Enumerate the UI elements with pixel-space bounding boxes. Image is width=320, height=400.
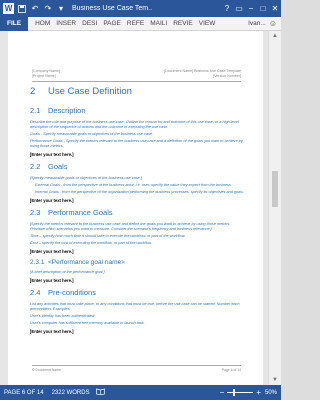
zoom-out-button[interactable]: − (220, 388, 225, 397)
heading-performance-goals: 2.3 Performance Goals (30, 208, 245, 217)
header-version-number: [Version Number] (213, 74, 241, 78)
enter-text-placeholder[interactable]: [Enter your text here.] (30, 278, 245, 283)
instruction-text: List any activities that must take place… (30, 302, 240, 311)
heading-1-text: Use Case Definition (48, 86, 132, 97)
zoom-level[interactable]: 50% (265, 390, 277, 396)
scroll-thumb[interactable] (272, 171, 278, 207)
ribbon-display-options-button[interactable]: ▭ (233, 0, 245, 17)
document-area: [Company Name] [Project Name] [Document … (0, 31, 281, 385)
tab-home[interactable]: HOM (32, 20, 53, 27)
page-header-left: [Company Name] [Project Name] (32, 69, 60, 79)
tab-view[interactable]: VIEW (196, 20, 219, 27)
enter-text-placeholder[interactable]: [Enter your text here.] (30, 329, 245, 334)
instruction-text: [Specify measurable goals or objectives … (30, 176, 142, 180)
heading-performance-goal-name: 2.3.1 <Performance goal name> (30, 259, 245, 266)
section-title: Performance Goals (48, 208, 113, 217)
word-count[interactable]: 2322 WORDS (52, 390, 90, 396)
instruction-text: Time – specify how much time it should t… (30, 234, 186, 238)
window-controls: ? ▭ − □ ✕ (221, 0, 281, 17)
page-content: 2 Use Case Definition 2.1 Description De… (30, 86, 245, 337)
section-number: 2.4 (30, 288, 41, 297)
view-and-zoom: − + 50% (220, 388, 281, 397)
title-bar: W ↶ ↷ ▾ Business Use Case Tem... ? ▭ − □… (0, 0, 281, 17)
heading-pre-conditions: 2.4 Pre-conditions (30, 288, 245, 297)
close-button[interactable]: ✕ (269, 0, 281, 17)
heading-description: 2.1 Description (30, 106, 245, 115)
section-title: Description (48, 106, 86, 115)
heading-1: 2 Use Case Definition (30, 86, 245, 97)
heading-goals: 2.2 Goals (30, 162, 245, 171)
instruction-text: Cost – specify the cost of executing the… (30, 241, 152, 245)
page-footer-right: Page 6 of 14 (221, 368, 241, 372)
enter-text-placeholder[interactable]: [Enter your text here.] (30, 198, 245, 203)
tab-mailings[interactable]: MAILI (147, 20, 170, 27)
enter-text-placeholder[interactable]: [Enter your text here.] (30, 249, 245, 254)
quick-access-toolbar: W ↶ ↷ ▾ (0, 0, 66, 17)
footer-divider (32, 365, 241, 366)
minimize-button[interactable]: − (245, 0, 257, 17)
tab-page-layout[interactable]: PAGE (100, 20, 124, 27)
zoom-in-button[interactable]: + (256, 388, 261, 397)
header-project-name: [Project Name] (32, 74, 56, 78)
help-button[interactable]: ? (221, 0, 233, 17)
instruction-text: [A brief description of the performance … (30, 270, 105, 274)
page-count[interactable]: PAGE 6 OF 14 (4, 390, 44, 396)
word-window: W ↶ ↷ ▾ Business Use Case Tem... ? ▭ − □… (0, 0, 281, 400)
tab-insert[interactable]: INSER (53, 20, 79, 27)
zoom-slider-thumb[interactable] (233, 389, 236, 396)
section-number: 2.3.1 (30, 259, 45, 266)
customize-quick-access-icon[interactable]: ▾ (56, 4, 66, 14)
maximize-button[interactable]: □ (257, 0, 269, 17)
instruction-text: User's identity has been authenticated (30, 314, 95, 318)
ribbon-tabs: FILE HOM INSER DESI PAGE REFE MAILI REVI… (0, 16, 281, 31)
user-account[interactable]: Ivan... (248, 20, 266, 27)
instruction-text: Describe the role and purpose of the bus… (30, 120, 239, 129)
section-number: 2.2 (30, 162, 41, 171)
section-title: Goals (48, 162, 68, 171)
instruction-text: Performance Goals - Specify the metrics … (30, 139, 243, 148)
save-icon[interactable] (17, 4, 27, 14)
section-number: 2.1 (30, 106, 41, 115)
bullet-text: External Goals - from the perspective of… (35, 183, 232, 187)
section-title: <Performance goal name> (48, 259, 125, 266)
proofing-icon[interactable] (95, 388, 105, 397)
instruction-text: Goals - Specify measurable goals or obje… (30, 132, 154, 136)
tab-references[interactable]: REFE (124, 20, 147, 27)
page-footer-left: © Document Name (32, 368, 61, 372)
scroll-down-arrow-icon[interactable]: ▼ (272, 377, 278, 383)
zoom-slider[interactable] (227, 389, 254, 396)
instruction-text: User's computer has sufficient free memo… (30, 321, 145, 325)
document-title: Business Use Case Tem... (72, 5, 152, 12)
enter-text-placeholder[interactable]: [Enter your text here.] (30, 152, 245, 157)
section-number: 2.3 (30, 208, 41, 217)
redo-icon[interactable]: ↷ (43, 4, 53, 14)
page-header-right: [Document Name] Business Use Case Templa… (164, 69, 241, 79)
status-bar: PAGE 6 OF 14 2322 WORDS − + 50% (0, 385, 281, 400)
feedback-icon[interactable]: ☺ (269, 19, 277, 28)
document-page[interactable]: [Company Name] [Project Name] [Document … (8, 31, 263, 385)
heading-1-number: 2 (30, 86, 36, 97)
header-divider (32, 81, 241, 82)
tab-design[interactable]: DESI (79, 20, 100, 27)
bullet-text: Internal Goals - from the perspective of… (35, 190, 244, 194)
undo-icon[interactable]: ↶ (30, 4, 40, 14)
section-title: Pre-conditions (48, 288, 96, 297)
scroll-up-arrow-icon[interactable]: ▲ (272, 33, 278, 39)
word-app-icon: W (3, 3, 14, 14)
tab-file[interactable]: FILE (0, 16, 29, 31)
instruction-text: [Specify the metrics relevant to the bus… (30, 222, 231, 231)
tab-review[interactable]: REVIE (170, 20, 196, 27)
vertical-scrollbar[interactable]: ▲ ▼ (268, 31, 281, 385)
